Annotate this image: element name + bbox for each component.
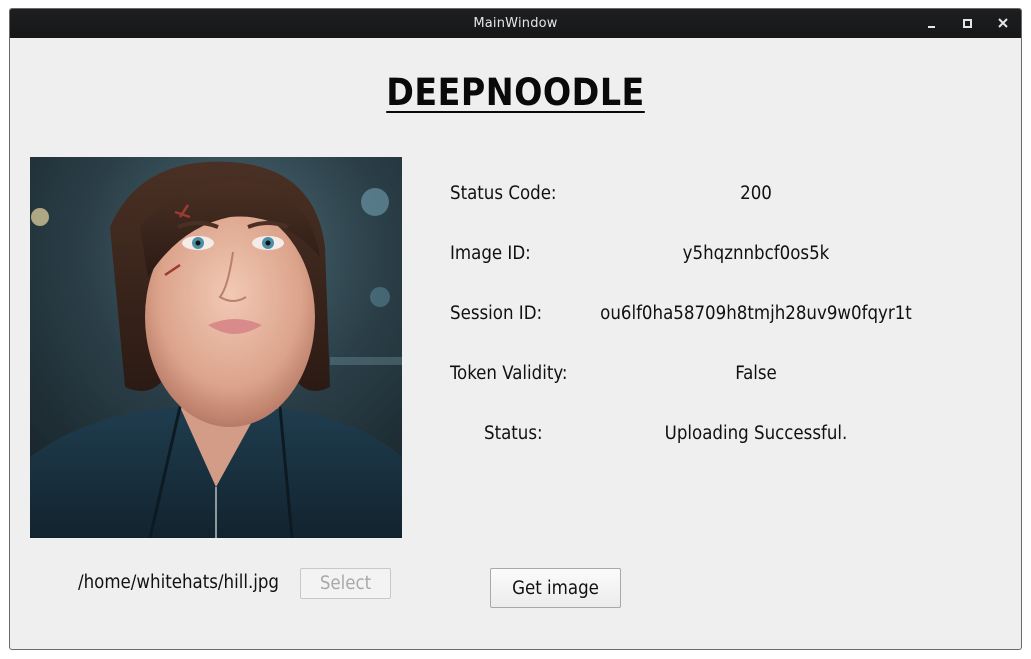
window-title: MainWindow: [473, 16, 558, 31]
uploaded-image-preview: [30, 157, 402, 538]
close-icon: [998, 18, 1008, 28]
token-validity-value: False: [735, 363, 777, 384]
maximize-button[interactable]: [955, 9, 979, 38]
close-button[interactable]: [991, 9, 1015, 38]
status-value: Uploading Successful.: [664, 423, 848, 444]
file-path: /home/whitehats/hill.jpg: [78, 572, 279, 593]
image-id-value: y5hqznnbcf0os5k: [682, 243, 830, 264]
status-label: Status:: [484, 423, 543, 444]
token-validity-label: Token Validity:: [450, 363, 568, 384]
image-id-label: Image ID:: [450, 243, 531, 264]
status-code-value: 200: [740, 183, 772, 204]
app-title: DEEPNOODLE: [386, 71, 645, 114]
get-image-button[interactable]: Get image: [490, 568, 621, 608]
minimize-icon: [928, 26, 935, 28]
minimize-button[interactable]: [920, 9, 944, 38]
maximize-icon: [963, 19, 972, 28]
session-id-label: Session ID:: [450, 303, 543, 324]
session-id-value: ou6lf0ha58709h8tmjh28uv9w0fqyr1t: [600, 303, 912, 324]
status-code-label: Status Code:: [450, 183, 557, 204]
select-button[interactable]: Select: [300, 568, 391, 599]
title-bar[interactable]: MainWindow: [10, 9, 1021, 38]
main-window: MainWindow DEEPNOODLE Status Code: 200 I…: [9, 8, 1022, 650]
